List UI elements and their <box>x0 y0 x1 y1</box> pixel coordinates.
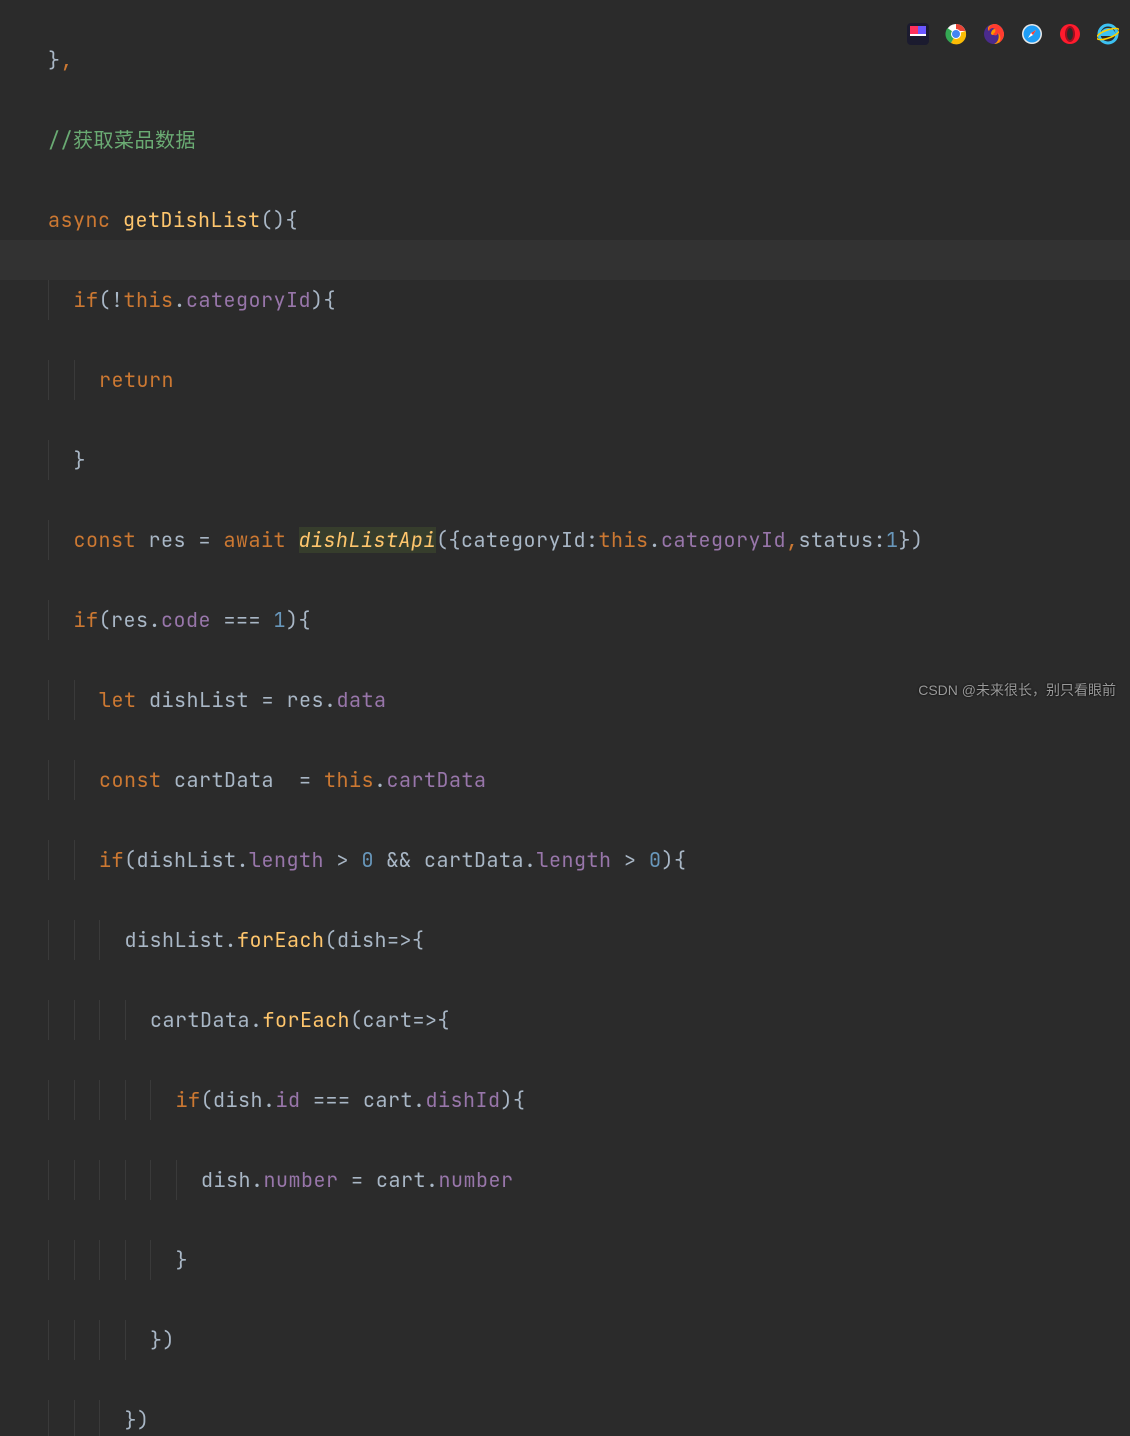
keyword-this: this <box>124 287 174 313</box>
firefox-icon[interactable] <box>982 22 1006 46</box>
code-line: if(dishList.length > 0 && cartData.lengt… <box>48 840 1130 880</box>
comma: , <box>61 47 74 73</box>
keyword-if: if <box>74 287 99 313</box>
function-name: getDishList <box>123 207 261 233</box>
intellij-icon[interactable] <box>906 22 930 46</box>
code-line: const res = await dishListApi({categoryI… <box>48 520 1130 560</box>
browser-icon-toolbar <box>906 22 1120 46</box>
code-line: } <box>48 1240 1130 1280</box>
keyword-async: async <box>48 207 123 233</box>
opera-icon[interactable] <box>1058 22 1082 46</box>
code-line: dishList.forEach(dish=>{ <box>48 920 1130 960</box>
code-line: dish.number = cart.number <box>48 1160 1130 1200</box>
method-call: dishListApi <box>299 527 437 553</box>
brace: } <box>74 447 87 473</box>
keyword-const: const <box>74 527 149 553</box>
code-line: }) <box>48 1320 1130 1360</box>
brace: } <box>48 47 61 73</box>
code-line: }, <box>48 40 1130 80</box>
code-line: //获取菜品数据 <box>48 120 1130 160</box>
parens: (){ <box>261 207 299 233</box>
code-line: } <box>48 440 1130 480</box>
code-line: cartData.forEach(cart=>{ <box>48 1000 1130 1040</box>
keyword-let: let <box>99 687 149 713</box>
code-line: if(dish.id === cart.dishId){ <box>48 1080 1130 1120</box>
code-line: async getDishList(){ <box>48 200 1130 240</box>
code-line: if(!this.categoryId){ <box>48 280 1130 320</box>
chrome-icon[interactable] <box>944 22 968 46</box>
keyword-return: return <box>99 367 174 393</box>
code-line: }) <box>48 1400 1130 1436</box>
safari-icon[interactable] <box>1020 22 1044 46</box>
comment: //获取菜品数据 <box>48 127 196 153</box>
keyword-if: if <box>74 607 99 633</box>
code-line: const cartData = this.cartData <box>48 760 1130 800</box>
code-line: if(res.code === 1){ <box>48 600 1130 640</box>
watermark-text: CSDN @未来很长，别只看眼前 <box>918 670 1116 710</box>
property: categoryId <box>186 287 311 313</box>
keyword-await: await <box>224 527 299 553</box>
code-editor[interactable]: }, //获取菜品数据 async getDishList(){ if(!thi… <box>0 0 1130 1436</box>
code-line: return <box>48 360 1130 400</box>
ie-icon[interactable] <box>1096 22 1120 46</box>
